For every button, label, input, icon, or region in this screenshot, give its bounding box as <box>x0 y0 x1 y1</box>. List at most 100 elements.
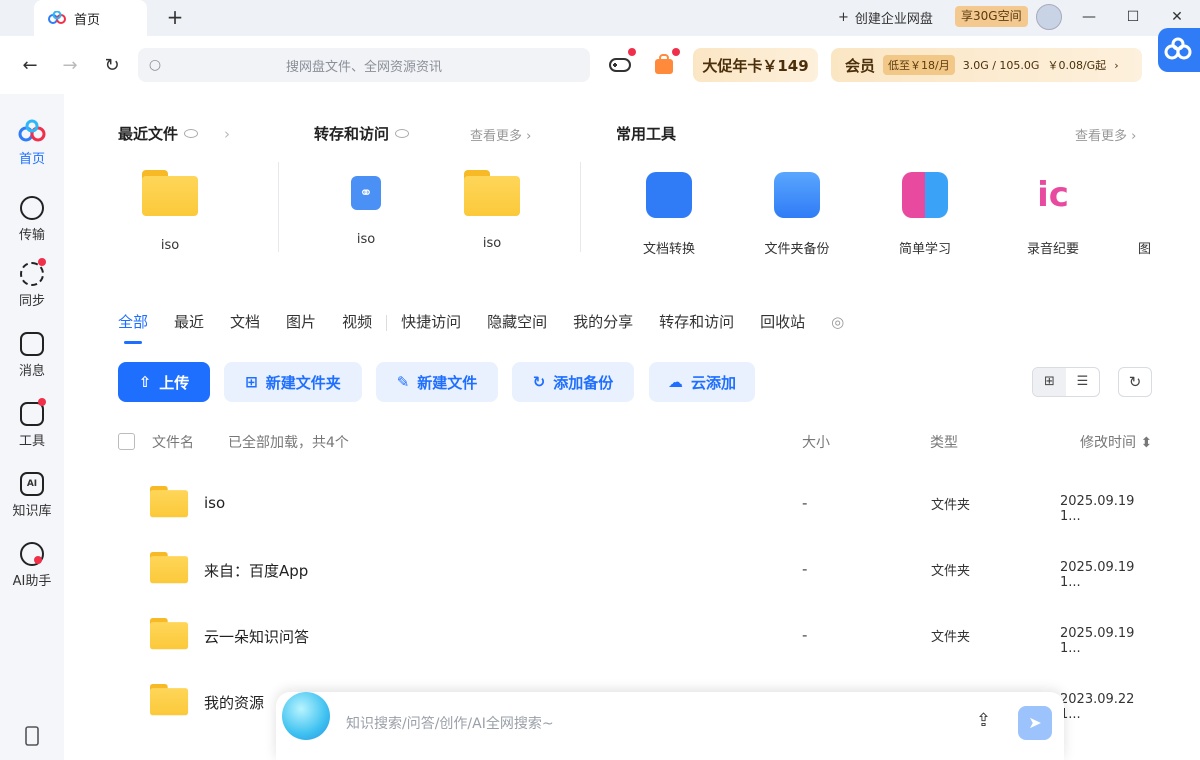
ai-search-input[interactable]: 知识搜索/问答/创作/AI全网搜索~ <box>346 713 554 733</box>
tool-simple-learning[interactable]: 简单学习 <box>870 172 980 257</box>
vip-price: 低至￥18/月 <box>883 55 955 75</box>
saved-visited-title: 转存和访问 <box>314 123 410 144</box>
forward-button[interactable]: → <box>58 54 82 78</box>
tab-videos[interactable]: 视频 <box>342 310 372 336</box>
sidebar-item-device[interactable] <box>0 726 64 750</box>
tab-documents[interactable]: 文档 <box>230 310 260 336</box>
folder-icon <box>142 170 198 216</box>
plus-icon: + <box>838 10 849 25</box>
eye-icon[interactable] <box>395 129 410 138</box>
upload-button[interactable]: ⇧ 上传 <box>118 362 210 402</box>
add-backup-button[interactable]: ↻ 添加备份 <box>512 362 634 402</box>
cloud-float-icon[interactable] <box>1158 28 1200 72</box>
book-icon <box>902 172 948 218</box>
link-file-icon: ⚭ <box>351 176 381 210</box>
reload-button[interactable]: ↻ <box>100 54 124 78</box>
free-space-badge[interactable]: 享30G空间 <box>955 6 1028 27</box>
send-button[interactable]: ➤ <box>1018 706 1052 740</box>
tab-hidden-space[interactable]: 隐藏空间 <box>487 310 547 336</box>
avatar[interactable] <box>1036 4 1062 30</box>
list-view-icon[interactable]: ☰ <box>1066 368 1099 396</box>
message-icon <box>20 332 44 356</box>
tab-recycle-bin[interactable]: 回收站 <box>760 310 805 336</box>
sidebar-item-ai-assistant[interactable]: AI助手 <box>0 542 64 589</box>
tile-label: 简单学习 <box>898 242 951 257</box>
new-file-label: 新建文件 <box>417 373 478 392</box>
file-mtime: 2025.09.19 1... <box>1060 494 1135 524</box>
tab-images[interactable]: 图片 <box>286 310 316 336</box>
col-name[interactable]: 文件名 <box>152 432 194 452</box>
table-row[interactable]: iso - 文件夹 2025.09.19 1... <box>118 472 1158 538</box>
tool-folder-backup[interactable]: 文件夹备份 <box>742 172 852 257</box>
gift-bag-icon[interactable] <box>652 48 680 76</box>
col-size[interactable]: 大小 <box>802 432 830 452</box>
sidebar-item-home[interactable]: 首页 <box>0 118 64 167</box>
select-all-checkbox[interactable] <box>118 433 135 450</box>
back-button[interactable]: ← <box>18 54 42 78</box>
col-type[interactable]: 类型 <box>930 432 958 452</box>
sidebar-item-label: 消息 <box>18 364 45 379</box>
create-enterprise-label: 创建企业网盘 <box>854 12 933 27</box>
new-file-icon: ✎ <box>396 373 410 391</box>
notification-dot <box>672 48 680 56</box>
col-mtime[interactable]: 修改时间 ⬍ <box>1080 432 1152 452</box>
saved-folder-tile[interactable]: iso <box>437 170 547 251</box>
tab-home[interactable]: 首页 <box>34 0 147 36</box>
tab-saved-visited[interactable]: 转存和访问 <box>659 310 734 336</box>
settings-gear-icon[interactable]: ◎ <box>831 310 844 336</box>
close-button[interactable]: ✕ <box>1166 6 1188 28</box>
folder-icon <box>464 170 520 216</box>
sidebar-item-knowledge[interactable]: AI 知识库 <box>0 472 64 519</box>
tab-all[interactable]: 全部 <box>118 310 148 344</box>
saved-more-link[interactable]: 查看更多 › <box>470 125 531 144</box>
loaded-status: 已全部加载，共4个 <box>228 435 349 451</box>
tile-label: iso <box>160 238 180 253</box>
recent-file-tile[interactable]: iso <box>115 170 225 253</box>
game-icon[interactable] <box>608 48 636 76</box>
search-icon: ○ <box>148 57 162 73</box>
phone-icon <box>25 726 39 746</box>
tab-recent[interactable]: 最近 <box>174 310 204 336</box>
table-row[interactable]: 云一朵知识问答 - 文件夹 2025.09.19 1... <box>118 604 1158 670</box>
file-mtime: 2025.09.19 1... <box>1060 560 1135 590</box>
new-file-button[interactable]: ✎ 新建文件 <box>376 362 498 402</box>
tool-recording-notes[interactable]: ic 录音纪要 <box>998 172 1108 257</box>
table-row[interactable]: 来自：百度App - 文件夹 2025.09.19 1... <box>118 538 1158 604</box>
tool-doc-convert[interactable]: 文档转换 <box>614 172 724 257</box>
tab-my-shares[interactable]: 我的分享 <box>573 310 633 336</box>
sidebar-item-label: 知识库 <box>12 504 52 519</box>
cloud-add-button[interactable]: ☁ 云添加 <box>649 362 755 402</box>
recent-files-title: 最近文件 › <box>118 123 230 144</box>
ai-assistant-icon <box>20 542 44 566</box>
new-tab-button[interactable]: + <box>164 6 186 28</box>
recent-title-text: 最近文件 <box>118 125 179 143</box>
minimize-button[interactable]: — <box>1078 6 1100 28</box>
tab-label: 首页 <box>74 12 101 28</box>
sidebar-item-sync[interactable]: 同步 <box>0 258 64 309</box>
new-folder-button[interactable]: ⊞ 新建文件夹 <box>224 362 362 402</box>
baidu-cloud-logo-icon <box>48 11 66 24</box>
promo-annual-card-button[interactable]: 大促年卡￥149 <box>693 48 818 82</box>
chevron-right-icon[interactable]: › <box>224 125 230 143</box>
file-type: 文件夹 <box>931 498 971 513</box>
knowledge-icon: AI <box>20 472 44 496</box>
upload-icon[interactable]: ⇪ <box>976 710 991 731</box>
maximize-button[interactable]: ☐ <box>1122 6 1144 28</box>
vip-banner[interactable]: 会员 低至￥18/月 3.0G / 105.0G ￥0.08/G起 › <box>831 48 1142 82</box>
sidebar-item-transfer[interactable]: 传输 <box>0 196 64 243</box>
tools-more-link[interactable]: 查看更多 › <box>1075 125 1136 144</box>
search-input[interactable]: ○ 搜网盘文件、全网资源资讯 <box>138 48 590 82</box>
tab-quick-access[interactable]: 快捷访问 <box>401 310 461 336</box>
tool-partial[interactable]: 图 <box>1138 238 1158 257</box>
notification-dot <box>628 48 636 56</box>
refresh-button[interactable]: ↻ <box>1118 367 1152 397</box>
ai-mascot-icon[interactable] <box>282 692 330 740</box>
sidebar-item-message[interactable]: 消息 <box>0 332 64 379</box>
saved-link-tile[interactable]: ⚭ iso <box>311 176 421 247</box>
grid-view-icon[interactable]: ⊞ <box>1033 368 1066 396</box>
file-size: - <box>802 560 808 578</box>
create-enterprise-link[interactable]: + 创建企业网盘 <box>838 8 933 27</box>
eye-icon[interactable] <box>184 129 199 138</box>
divider <box>278 162 279 252</box>
sidebar-item-tools[interactable]: 工具 <box>0 398 64 449</box>
